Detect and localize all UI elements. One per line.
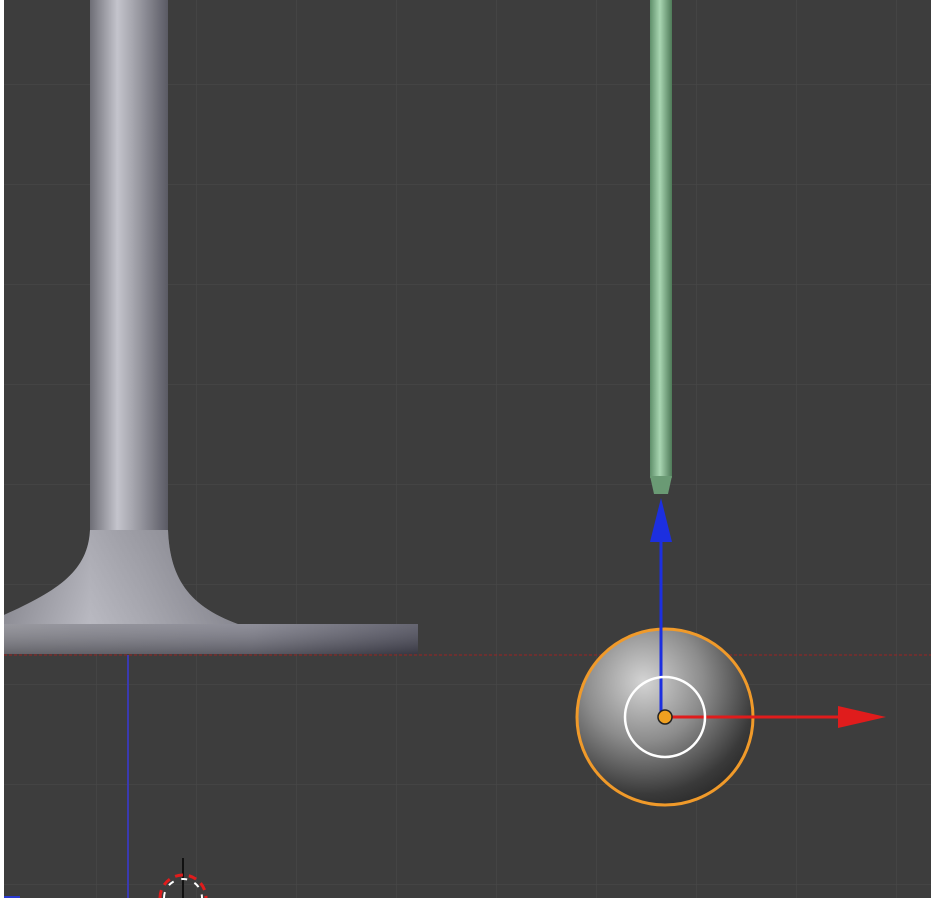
object-origin-icon <box>657 709 673 725</box>
frame-bottom <box>0 898 931 905</box>
viewport-canvas[interactable] <box>0 0 931 905</box>
3d-viewport[interactable] <box>0 0 931 905</box>
frame-left <box>0 0 4 905</box>
green-rod-mesh[interactable] <box>650 0 672 494</box>
